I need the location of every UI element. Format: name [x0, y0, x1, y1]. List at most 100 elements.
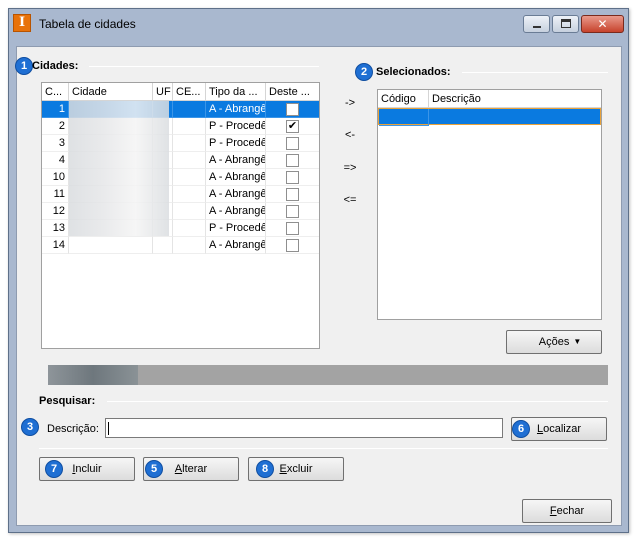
cell-tipo: A - Abrangê [206, 169, 266, 186]
selecionados-group-label: Selecionados: [376, 66, 451, 78]
cell-codigo: 3 [42, 135, 69, 152]
minimize-icon [533, 26, 541, 28]
cell-codigo: 11 [42, 186, 69, 203]
cell-cep [173, 118, 206, 135]
checkbox-icon[interactable] [286, 239, 299, 252]
acoes-button[interactable]: Ações ▼ [506, 330, 602, 354]
app-logo-icon: I [13, 14, 31, 32]
cell-codigo: 14 [42, 237, 69, 254]
cell-tipo: A - Abrangê [206, 203, 266, 220]
dropdown-caret-icon: ▼ [573, 337, 582, 346]
fechar-accel: F [549, 505, 557, 517]
maximize-icon [561, 19, 571, 28]
cell-cep [173, 186, 206, 203]
close-button[interactable]: ✕ [581, 15, 624, 33]
column-header-descricao-sel[interactable]: Descrição [429, 90, 601, 108]
add-all-button[interactable]: => [340, 162, 360, 174]
cell-codigo: 12 [42, 203, 69, 220]
checkbox-icon[interactable] [286, 205, 299, 218]
remove-all-button[interactable]: <= [340, 194, 360, 206]
excluir-accel: E [279, 463, 287, 475]
cell-cep [173, 101, 206, 118]
cell-deste [266, 169, 319, 186]
cell-codigo: 13 [42, 220, 69, 237]
cell-tipo: A - Abrangê [206, 152, 266, 169]
cidades-group-label: Cidades: [32, 60, 79, 72]
window-title: Tabela de cidades [39, 17, 136, 31]
checkbox-icon[interactable] [286, 222, 299, 235]
selecionados-grid[interactable]: Código Descrição [377, 89, 602, 320]
actions-divider [39, 448, 608, 449]
descricao-input[interactable] [105, 418, 503, 438]
pesquisar-divider [107, 401, 608, 402]
cell-deste [266, 220, 319, 237]
checkbox-icon[interactable]: ✔ [286, 120, 299, 133]
cell-cep [173, 237, 206, 254]
localizar-label: ocalizar [543, 423, 582, 435]
main-window: I Tabela de cidades ✕ 1 Cidades: C... Ci… [8, 8, 629, 533]
cell-tipo: A - Abrangê [206, 186, 266, 203]
title-bar[interactable]: I Tabela de cidades ✕ [9, 9, 628, 39]
cell-cep [173, 135, 206, 152]
cell-cep [173, 169, 206, 186]
remove-one-button[interactable]: <- [340, 129, 360, 141]
cell-cep [173, 203, 206, 220]
cell-uf [153, 237, 173, 254]
badge-6: 6 [512, 420, 530, 438]
cell-deste: ✔ [266, 118, 319, 135]
pesquisar-label: Pesquisar: [39, 395, 96, 407]
cell-cidade [69, 237, 153, 254]
fechar-button[interactable]: Fechar [522, 499, 612, 523]
selecionados-divider [462, 72, 608, 73]
badge-7: 7 [45, 460, 63, 478]
cell-tipo: P - Procedê [206, 220, 266, 237]
column-header-deste[interactable]: Deste ... [266, 83, 319, 101]
close-icon: ✕ [597, 17, 608, 31]
cell-deste [266, 135, 319, 152]
column-header-codigo-sel[interactable]: Código [378, 90, 429, 108]
checkbox-icon[interactable] [286, 137, 299, 150]
badge-2: 2 [355, 63, 373, 81]
column-header-codigo[interactable]: C... [42, 83, 69, 101]
selecionados-cell [379, 109, 429, 126]
client-area: 1 Cidades: C... Cidade UF CE... Tipo da … [15, 46, 622, 526]
cidades-grid-header: C... Cidade UF CE... Tipo da ... Deste .… [42, 83, 319, 101]
cell-deste [266, 101, 319, 118]
cell-deste [266, 203, 319, 220]
cidades-grid[interactable]: C... Cidade UF CE... Tipo da ... Deste .… [41, 82, 320, 349]
progress-bar-fill [48, 365, 138, 385]
column-header-tipo[interactable]: Tipo da ... [206, 83, 266, 101]
checkbox-icon[interactable] [286, 154, 299, 167]
badge-1: 1 [15, 57, 33, 75]
checkbox-icon[interactable] [286, 103, 299, 116]
cell-tipo: A - Abrangê [206, 237, 266, 254]
column-header-cep[interactable]: CE... [173, 83, 206, 101]
cell-codigo: 2 [42, 118, 69, 135]
cell-deste [266, 152, 319, 169]
selecionados-row[interactable] [378, 108, 601, 126]
table-row[interactable]: 14 A - Abrangê [42, 237, 319, 254]
column-header-uf[interactable]: UF [153, 83, 173, 101]
incluir-label: ncluir [75, 463, 102, 475]
maximize-button[interactable] [552, 15, 579, 33]
minimize-button[interactable] [523, 15, 550, 33]
cell-cep [173, 220, 206, 237]
cell-tipo: P - Procedê [206, 118, 266, 135]
cell-deste [266, 186, 319, 203]
cell-deste [266, 237, 319, 254]
cell-codigo: 10 [42, 169, 69, 186]
checkbox-icon[interactable] [286, 171, 299, 184]
add-one-button[interactable]: -> [340, 97, 360, 109]
selecionados-grid-header: Código Descrição [378, 90, 601, 108]
column-header-cidade[interactable]: Cidade [69, 83, 153, 101]
alterar-label: lterar [182, 463, 208, 475]
descricao-label: Descrição: [47, 423, 99, 435]
redacted-cidade-column [69, 101, 169, 236]
excluir-label: xcluir [286, 463, 313, 475]
checkbox-icon[interactable] [286, 188, 299, 201]
cell-codigo: 1 [42, 101, 69, 118]
progress-bar [48, 365, 608, 385]
badge-3: 3 [21, 418, 39, 436]
cidades-divider [89, 66, 319, 67]
cell-cep [173, 152, 206, 169]
